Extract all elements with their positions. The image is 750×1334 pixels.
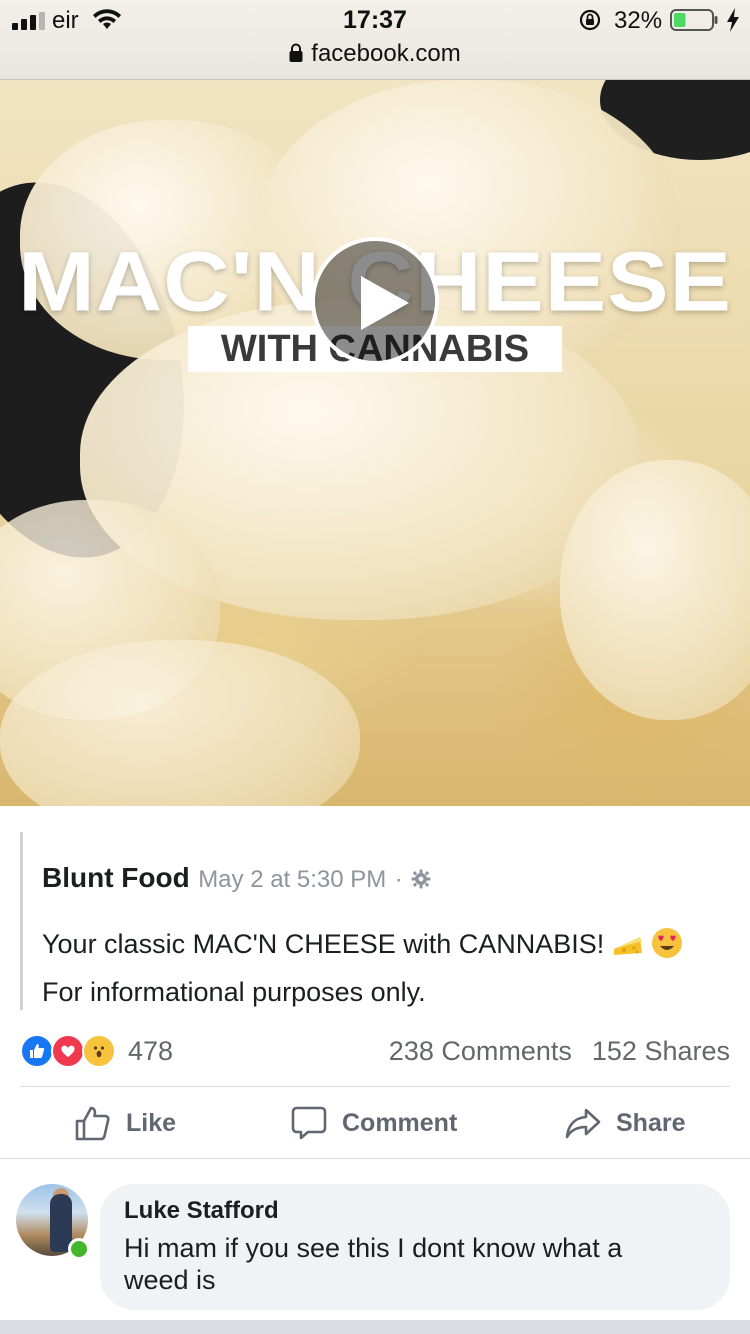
battery-icon bbox=[670, 9, 718, 31]
comment-bubble[interactable]: Luke Stafford Hi mam if you see this I d… bbox=[100, 1184, 730, 1310]
bottom-separator bbox=[0, 1320, 750, 1334]
shares-count[interactable]: 152 Shares bbox=[592, 1036, 730, 1066]
share-label: Share bbox=[616, 1108, 686, 1137]
comment-item: Luke Stafford Hi mam if you see this I d… bbox=[0, 1160, 750, 1320]
address-bar[interactable]: facebook.com bbox=[0, 40, 750, 68]
play-icon bbox=[361, 276, 409, 330]
url-text: facebook.com bbox=[311, 40, 461, 67]
comment-bubble-icon bbox=[291, 1106, 327, 1140]
share-button[interactable]: Share bbox=[564, 1088, 685, 1158]
cheese-blob bbox=[0, 640, 360, 806]
comment-text: Hi mam if you see this I dont know what … bbox=[124, 1233, 623, 1295]
post-text-line-2: For informational purposes only. bbox=[42, 977, 426, 1007]
thumbs-up-icon bbox=[75, 1106, 110, 1141]
share-arrow-icon bbox=[565, 1108, 601, 1139]
love-reaction-icon[interactable] bbox=[51, 1034, 85, 1068]
quote-bar bbox=[20, 832, 23, 1010]
cheese-emoji-icon bbox=[613, 937, 642, 955]
play-button[interactable] bbox=[311, 237, 439, 365]
battery-percentage: 32% bbox=[614, 7, 663, 34]
post-author[interactable]: Blunt Food bbox=[42, 862, 190, 893]
video-player[interactable]: MAC'N CHEESE WITH CANNABIS bbox=[0, 80, 750, 806]
like-label: Like bbox=[126, 1108, 177, 1137]
wow-reaction-icon[interactable] bbox=[82, 1034, 116, 1068]
heart-eyes-emoji-icon bbox=[652, 928, 683, 958]
post-text-line-1: Your classic MAC'N CHEESE with CANNABIS! bbox=[42, 929, 605, 959]
reaction-count[interactable]: 478 bbox=[128, 1034, 173, 1068]
comment-author[interactable]: Luke Stafford bbox=[124, 1196, 706, 1226]
status-bar: eir 17:37 32% facebook.com bbox=[0, 0, 750, 80]
post-body: Your classic MAC'N CHEESE with CANNABIS!… bbox=[42, 920, 683, 1016]
comment-button[interactable]: Comment bbox=[290, 1088, 457, 1158]
divider bbox=[0, 1158, 750, 1159]
like-button[interactable]: Like bbox=[74, 1088, 176, 1158]
lock-icon bbox=[289, 43, 303, 62]
post-stats: 238 Comments 152 Shares bbox=[389, 1034, 730, 1068]
post-timestamp[interactable]: May 2 at 5:30 PM bbox=[198, 866, 386, 893]
post-header: Blunt Food May 2 at 5:30 PM · bbox=[42, 862, 431, 894]
comments-count[interactable]: 238 Comments bbox=[389, 1036, 572, 1066]
cheese-blob bbox=[560, 460, 750, 720]
divider bbox=[20, 1086, 730, 1087]
like-reaction-icon[interactable] bbox=[20, 1034, 54, 1068]
gear-icon bbox=[411, 869, 431, 889]
post-text-line: Your classic MAC'N CHEESE with CANNABIS! bbox=[42, 920, 683, 968]
comment-label: Comment bbox=[342, 1108, 458, 1137]
separator-dot: · bbox=[394, 866, 403, 893]
action-bar: Like Comment Share bbox=[0, 1088, 750, 1158]
reactions-bar: 478 238 Comments 152 Shares bbox=[20, 1034, 732, 1070]
online-status-dot bbox=[68, 1238, 90, 1260]
rotation-lock-icon bbox=[579, 9, 601, 31]
charging-icon bbox=[727, 8, 739, 32]
